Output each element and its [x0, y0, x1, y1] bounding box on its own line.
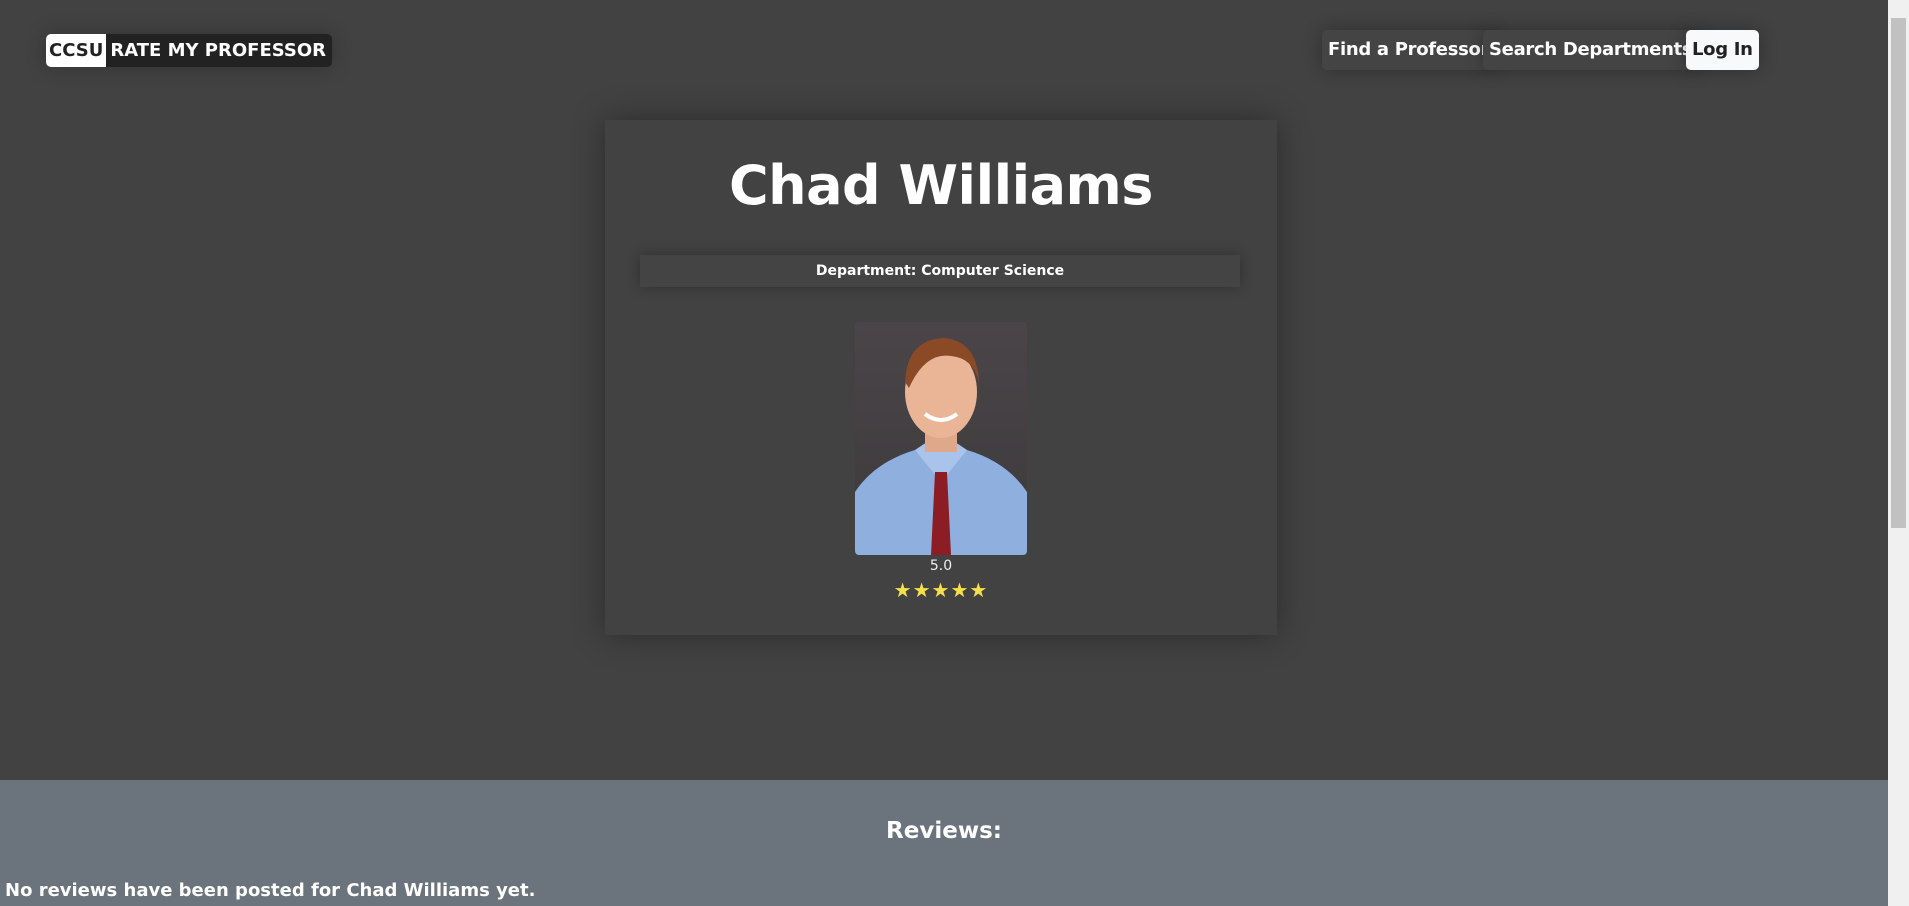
nav-search-departments[interactable]: Search Departments [1483, 30, 1699, 70]
logo-title: RATE MY PROFESSOR [110, 40, 327, 61]
logo[interactable]: CCSU RATE MY PROFESSOR [46, 34, 333, 67]
reviews-section: Reviews: No reviews have been posted for… [0, 780, 1888, 906]
reviews-heading: Reviews: [886, 818, 1002, 844]
professor-card: Chad Williams Department: Computer Scien… [605, 120, 1277, 635]
professor-name: Chad Williams [729, 154, 1153, 217]
no-reviews-message: No reviews have been posted for Chad Wil… [5, 880, 536, 901]
logo-ccsu: CCSU [46, 34, 107, 67]
professor-photo [855, 322, 1027, 555]
star-rating: ★★★★★ [893, 578, 989, 602]
scrollbar-thumb[interactable] [1891, 18, 1906, 528]
login-button[interactable]: Log In [1686, 30, 1759, 70]
rating-value: 5.0 [929, 558, 953, 574]
nav-find-professor[interactable]: Find a Professor [1322, 30, 1496, 70]
scrollbar[interactable] [1888, 0, 1909, 906]
portrait-image [855, 338, 1027, 555]
department-label: Department: Computer Science [640, 255, 1240, 287]
